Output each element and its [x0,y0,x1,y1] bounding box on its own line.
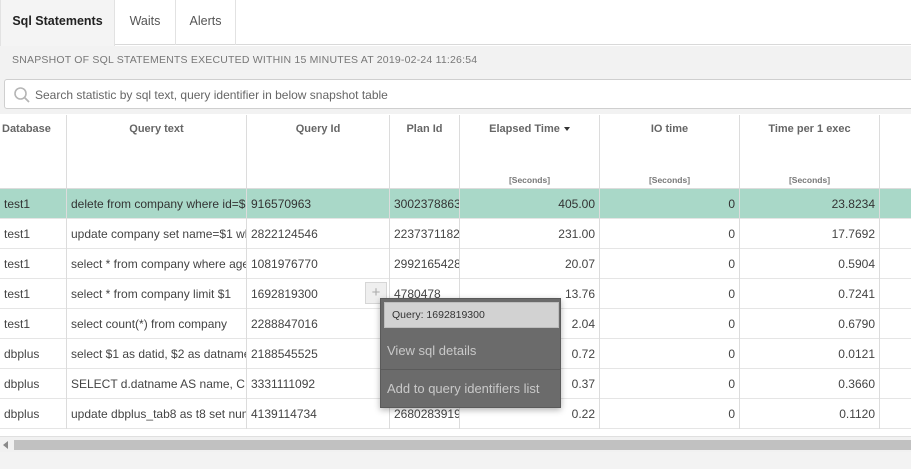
column-header-query-text[interactable]: Query text [67,115,247,188]
tab-alerts[interactable]: Alerts [176,0,236,45]
query-text-cell: select $1 as datid, $2 as datname [67,339,247,369]
column-title: Elapsed Time [489,123,560,135]
tab-bar: Sql Statements Waits Alerts [0,0,911,46]
io-time-cell: 0 [600,399,740,429]
database-cell: test1 [0,219,67,249]
footer-area [0,452,911,469]
io-time-cell: 0 [600,219,740,249]
time-per-exec-cell: 0.3660 [740,369,880,399]
database-cell: test1 [0,309,67,339]
database-cell: test1 [0,249,67,279]
query-id-cell: 4139114734 [247,399,390,429]
column-unit: [Seconds] [788,175,831,185]
query-text-cell: SELECT d.datname AS name, C [67,369,247,399]
context-menu-header: Query: 1692819300 [384,302,559,328]
table-row[interactable]: test1 delete from company where id=$1 9165… [0,189,911,219]
column-header-database[interactable]: Database [0,115,67,188]
column-title: Query text [129,123,184,135]
query-text-cell: select * from company where age>$1 [67,249,247,279]
column-header-plan-id[interactable]: Plan Id [390,115,460,188]
column-title: Time per 1 exec [768,123,851,135]
empty-cell [880,309,911,339]
database-cell: test1 [0,279,67,309]
io-time-cell: 0 [600,189,740,219]
column-unit: [Seconds] [508,175,551,185]
query-id-cell: 2288847016 [247,309,390,339]
query-text-cell: delete from company where id=$1 [67,189,247,219]
query-text-cell: select count(*) from company [67,309,247,339]
column-title: Plan Id [406,123,443,135]
search-box[interactable] [4,79,911,109]
time-per-exec-cell: 0.1120 [740,399,880,429]
column-unit: [Seconds] [648,175,691,185]
column-header-time-per-exec[interactable]: Time per 1 exec [Seconds] [740,115,880,188]
add-to-query-identifiers-item[interactable]: Add to query identifiers list [381,370,560,408]
column-title: Query Id [295,123,341,135]
search-icon [14,87,30,103]
elapsed-time-cell: 405.00 [460,189,600,219]
io-time-cell: 0 [600,249,740,279]
database-cell: dbplus [0,339,67,369]
query-text-cell: select * from company limit $1 [67,279,247,309]
io-time-cell: 0 [600,279,740,309]
snapshot-title: SNAPSHOT OF SQL STATEMENTS EXECUTED WITH… [0,46,911,76]
elapsed-time-cell: 20.07 [460,249,600,279]
io-time-cell: 0 [600,339,740,369]
plan-id-cell: 2992165428 [390,249,460,279]
database-cell: test1 [0,189,67,219]
empty-cell [880,339,911,369]
query-id-cell: 3331111092 [247,369,390,399]
tab-waits[interactable]: Waits [115,0,176,45]
tab-sql-statements[interactable]: Sql Statements [0,0,115,46]
column-title: IO time [650,123,689,135]
search-input[interactable] [35,86,885,104]
query-context-menu: Query: 1692819300 View sql details Add t… [380,298,561,408]
column-header-empty [880,115,911,188]
search-area [0,76,911,114]
time-per-exec-cell: 0.0121 [740,339,880,369]
io-time-cell: 0 [600,369,740,399]
database-cell: dbplus [0,369,67,399]
io-time-cell: 0 [600,309,740,339]
plan-id-cell: 2237371182 [390,219,460,249]
view-sql-details-item[interactable]: View sql details [381,332,560,370]
time-per-exec-cell: 23.8234 [740,189,880,219]
column-title: Database [2,123,51,135]
empty-cell [880,249,911,279]
column-header-elapsed-time[interactable]: Elapsed Time [Seconds] [460,115,600,188]
query-id-cell: 2188545525 [247,339,390,369]
sort-desc-icon [563,127,570,132]
query-text-cell: update company set name=$1 where id=$2 [67,219,247,249]
time-per-exec-cell: 17.7692 [740,219,880,249]
column-header-query-id[interactable]: Query Id [247,115,390,188]
elapsed-time-cell: 231.00 [460,219,600,249]
time-per-exec-cell: 0.5904 [740,249,880,279]
table-row[interactable]: test1select * from company where age>$11… [0,249,911,279]
empty-cell [880,399,911,429]
column-header-io-time[interactable]: IO time [Seconds] [600,115,740,188]
query-id-cell: 916570963 [247,189,390,219]
query-text-cell: update dbplus_tab8 as t8 set num [67,399,247,429]
database-cell: dbplus [0,399,67,429]
query-id-cell: 1081976770 [247,249,390,279]
empty-cell [880,219,911,249]
time-per-exec-cell: 0.6790 [740,309,880,339]
time-per-exec-cell: 0.7241 [740,279,880,309]
empty-cell [880,279,911,309]
scrollbar-thumb[interactable] [14,440,911,450]
empty-cell [880,369,911,399]
scroll-left-icon[interactable] [3,441,8,449]
table-row[interactable]: test1update company set name=$1 where id… [0,219,911,249]
empty-cell [880,189,911,219]
horizontal-scrollbar[interactable] [0,436,911,452]
query-id-cell: 2822124546 [247,219,390,249]
plan-id-cell: 3002378863 [390,189,460,219]
